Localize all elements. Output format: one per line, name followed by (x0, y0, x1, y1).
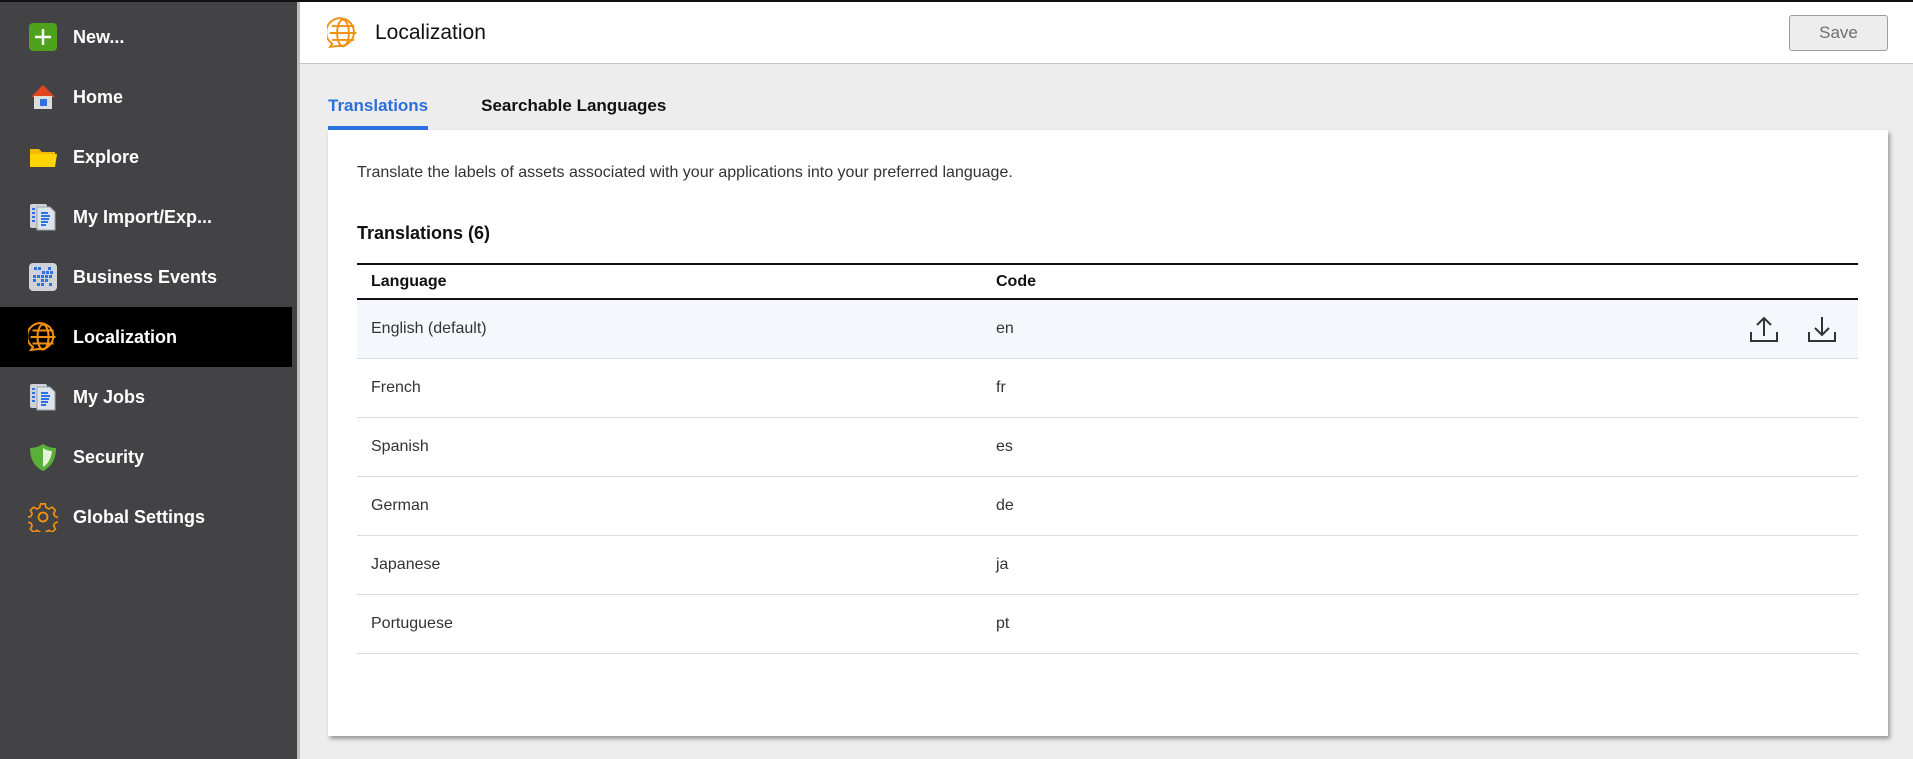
sidebar-item-label: My Import/Exp... (73, 206, 213, 227)
sidebar-item-home[interactable]: Home (0, 67, 292, 127)
language-cell: Japanese (371, 556, 441, 573)
sidebar-item-localization[interactable]: Localization (0, 307, 292, 367)
tab-searchable-languages[interactable]: Searchable Languages (481, 92, 666, 130)
code-cell: en (996, 320, 1014, 337)
download-icon[interactable] (1806, 315, 1838, 343)
documents-icon (28, 382, 58, 412)
sidebar-item-security[interactable]: Security (0, 427, 292, 487)
language-cell: Spanish (371, 438, 429, 455)
page-title: Localization (375, 21, 486, 44)
table-header: Language Code (357, 265, 1858, 300)
translations-table: Language Code English (default) en Frenc… (357, 263, 1858, 654)
code-cell: es (996, 438, 1013, 455)
sidebar-item-my-import-export[interactable]: My Import/Exp... (0, 187, 292, 247)
sidebar-item-label: Security (73, 446, 145, 467)
table-row[interactable]: Portuguese pt (357, 595, 1858, 654)
language-cell: English (default) (371, 320, 487, 337)
table-row[interactable]: French fr (357, 359, 1858, 418)
tab-translations[interactable]: Translations (328, 92, 429, 130)
page-header: Localization Save (300, 2, 1913, 64)
sidebar-item-label: Business Events (73, 266, 218, 287)
section-title: Translations (6) (357, 223, 491, 243)
globe-icon (28, 322, 58, 352)
page-description: Translate the labels of assets associate… (357, 164, 1013, 181)
language-cell: Portuguese (371, 615, 453, 632)
table-row[interactable]: Japanese ja (357, 536, 1858, 595)
sidebar-item-label: Explore (73, 146, 140, 167)
code-cell: de (996, 497, 1014, 514)
upload-icon[interactable] (1748, 315, 1780, 343)
code-cell: pt (996, 615, 1010, 632)
language-cell: German (371, 497, 429, 514)
business-events-icon (28, 262, 58, 292)
globe-icon (325, 17, 359, 49)
column-header-language[interactable]: Language (357, 273, 982, 291)
sidebar-item-business-events[interactable]: Business Events (0, 247, 292, 307)
row-actions (1748, 315, 1838, 343)
sidebar-item-label: Localization (73, 326, 178, 347)
sidebar: New... Home Explore My Import/Exp... Bus… (0, 2, 300, 759)
sidebar-item-label: My Jobs (73, 386, 146, 407)
table-row[interactable]: Spanish es (357, 418, 1858, 477)
column-header-code[interactable]: Code (982, 273, 1682, 291)
sidebar-item-explore[interactable]: Explore (0, 127, 292, 187)
save-button[interactable]: Save (1789, 15, 1888, 51)
folder-icon (28, 142, 58, 172)
gear-icon (28, 502, 58, 532)
code-cell: ja (996, 556, 1009, 573)
language-cell: French (371, 379, 421, 396)
home-icon (28, 82, 58, 112)
code-cell: fr (996, 379, 1006, 396)
sidebar-item-label: Home (73, 86, 124, 107)
documents-icon (28, 202, 58, 232)
content-panel: Translate the labels of assets associate… (328, 130, 1888, 736)
sidebar-item-my-jobs[interactable]: My Jobs (0, 367, 292, 427)
sidebar-item-global-settings[interactable]: Global Settings (0, 487, 292, 547)
plus-icon (28, 22, 58, 52)
sidebar-item-label: Global Settings (73, 506, 206, 527)
sidebar-item-label: New... (73, 26, 125, 47)
sidebar-item-new[interactable]: New... (0, 7, 292, 67)
tab-bar: Translations Searchable Languages (328, 92, 719, 130)
shield-icon (28, 442, 58, 472)
table-row[interactable]: English (default) en (357, 300, 1858, 359)
table-row[interactable]: German de (357, 477, 1858, 536)
